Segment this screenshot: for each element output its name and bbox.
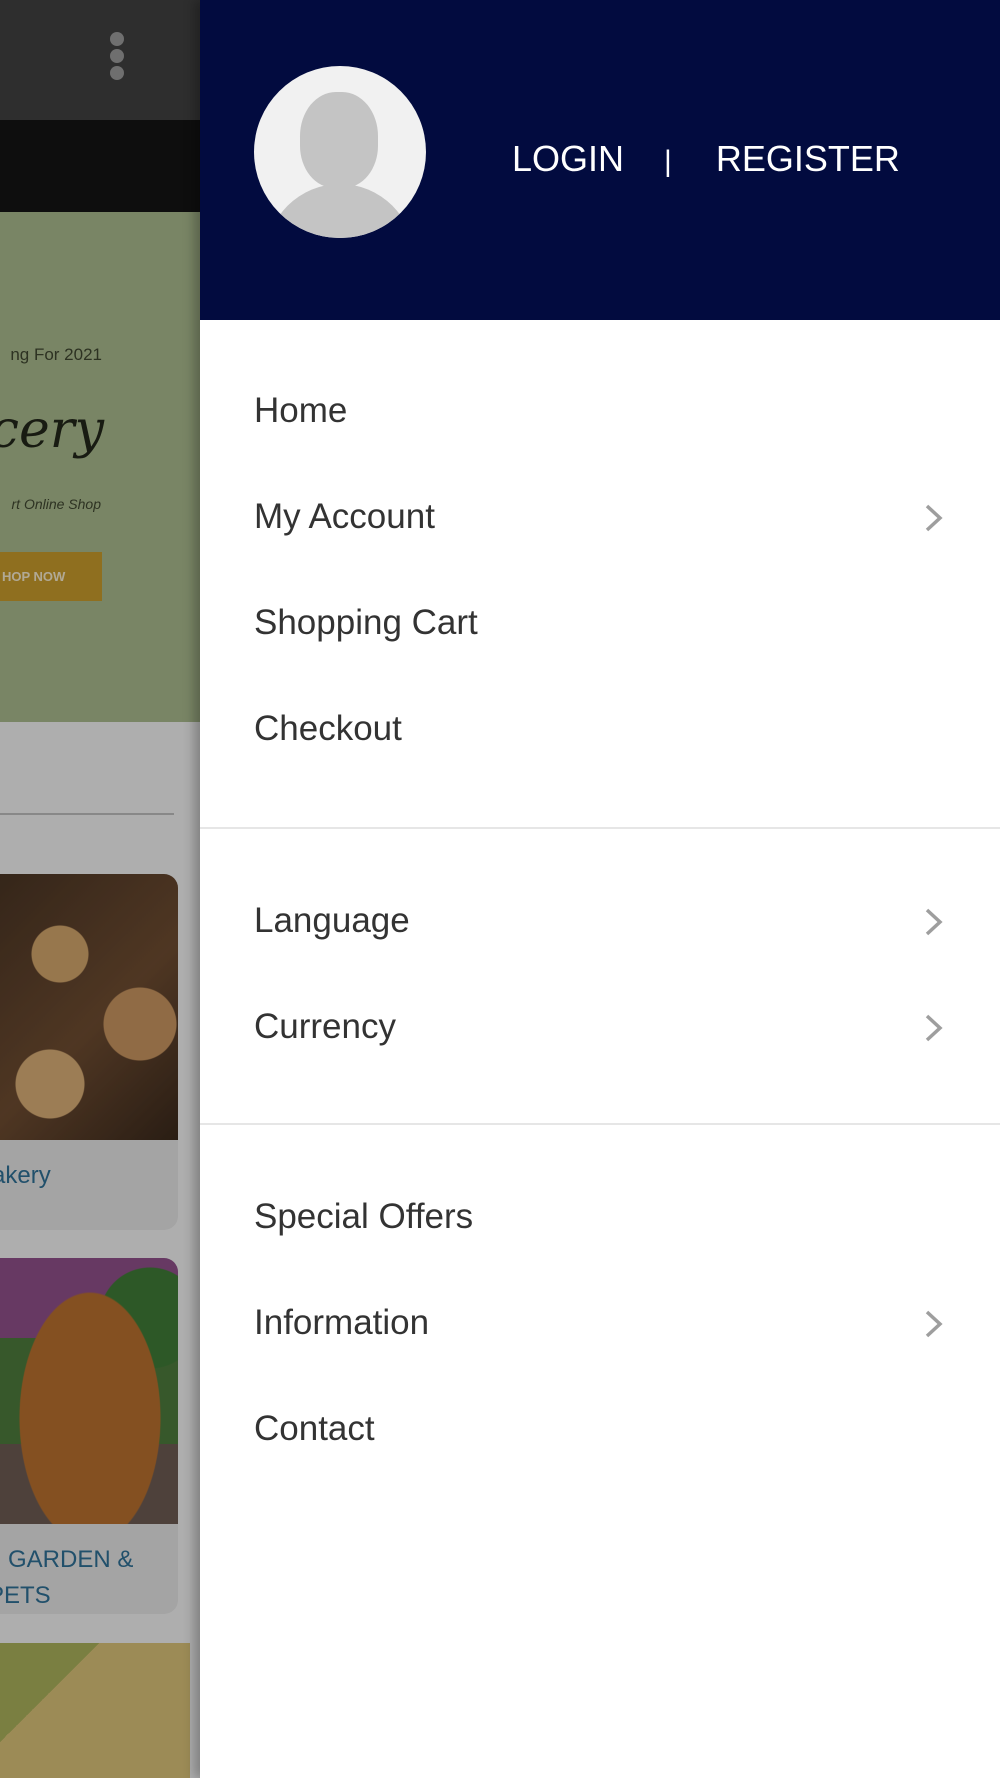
auth-separator: | <box>664 145 672 178</box>
drawer-backdrop[interactable] <box>0 0 200 1778</box>
menu-group-settings: Language Currency <box>200 868 1000 1080</box>
chevron-right-icon <box>922 1270 948 1376</box>
menu-item-currency[interactable]: Currency <box>200 974 1000 1080</box>
background-page: ng For 2021 cery rt Online Shop HOP NOW … <box>0 0 200 1778</box>
menu-item-checkout[interactable]: Checkout <box>200 676 1000 782</box>
login-link[interactable]: LOGIN <box>512 138 624 179</box>
menu-group-primary: Home My Account Shopping Cart Checkout <box>200 358 1000 782</box>
menu-item-my-account[interactable]: My Account <box>200 464 1000 570</box>
menu-item-label: Shopping Cart <box>254 603 478 642</box>
menu-item-home[interactable]: Home <box>200 358 1000 464</box>
menu-item-label: Home <box>254 391 348 430</box>
chevron-right-icon <box>922 868 948 974</box>
user-avatar-placeholder-icon <box>254 66 426 238</box>
menu-item-language[interactable]: Language <box>200 868 1000 974</box>
navigation-drawer: LOGIN | REGISTER Home My Account Shopping … <box>200 0 1000 1778</box>
menu-item-special-offers[interactable]: Special Offers <box>200 1164 1000 1270</box>
menu-item-label: Language <box>254 901 410 940</box>
menu-item-label: Contact <box>254 1409 375 1448</box>
menu-group-info: Special Offers Information Contact <box>200 1164 1000 1482</box>
menu-item-label: Checkout <box>254 709 402 748</box>
register-link[interactable]: REGISTER <box>716 138 900 179</box>
menu-divider <box>200 827 1000 829</box>
menu-item-shopping-cart[interactable]: Shopping Cart <box>200 570 1000 676</box>
menu-item-label: Information <box>254 1303 430 1342</box>
menu-item-label: Special Offers <box>254 1197 474 1236</box>
menu-item-label: My Account <box>254 497 435 536</box>
auth-links: LOGIN | REGISTER <box>512 138 900 180</box>
menu-item-contact[interactable]: Contact <box>200 1376 1000 1482</box>
chevron-right-icon <box>922 464 948 570</box>
menu-divider <box>200 1123 1000 1125</box>
chevron-right-icon <box>922 974 948 1080</box>
menu-item-information[interactable]: Information <box>200 1270 1000 1376</box>
drawer-header: LOGIN | REGISTER <box>200 0 1000 320</box>
menu-item-label: Currency <box>254 1007 396 1046</box>
